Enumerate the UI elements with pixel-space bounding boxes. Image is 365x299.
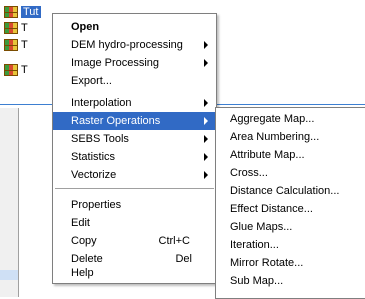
menu-item-help[interactable]: Help <box>53 264 216 282</box>
background-panel <box>0 108 19 297</box>
background-panel-highlight <box>0 270 18 280</box>
raster-operations-submenu: Aggregate Map... Area Numbering... Attri… <box>215 107 365 299</box>
tree-item-label: T <box>21 64 28 76</box>
menu-item-vectorize[interactable]: Vectorize <box>53 166 216 184</box>
menu-item-image-processing[interactable]: Image Processing <box>53 54 216 72</box>
menu-item-dem-hydro-processing[interactable]: DEM hydro-processing <box>53 36 216 54</box>
submenu-item-iteration[interactable]: Iteration... <box>216 236 365 254</box>
submenu-item-mirror-rotate[interactable]: Mirror Rotate... <box>216 254 365 272</box>
menu-separator <box>55 188 214 189</box>
map-list-icon <box>4 64 18 76</box>
menu-item-edit[interactable]: Edit <box>53 214 216 232</box>
submenu-arrow-icon <box>204 41 208 49</box>
map-list-icon <box>4 22 18 34</box>
submenu-item-effect-distance[interactable]: Effect Distance... <box>216 200 365 218</box>
submenu-arrow-icon <box>204 135 208 143</box>
menu-item-export[interactable]: Export... <box>53 72 216 90</box>
tree-item[interactable]: Tut <box>4 4 41 20</box>
submenu-item-aggregate-map[interactable]: Aggregate Map... <box>216 110 365 128</box>
context-menu: Open DEM hydro-processing Image Processi… <box>52 13 217 284</box>
tree-item-label: Tut <box>21 6 41 18</box>
submenu-item-cross[interactable]: Cross... <box>216 164 365 182</box>
shortcut-label: Ctrl+C <box>158 235 190 247</box>
catalog-tree: Tut T T T <box>0 0 60 100</box>
submenu-arrow-icon <box>204 153 208 161</box>
submenu-item-sub-map[interactable]: Sub Map... <box>216 272 365 290</box>
submenu-arrow-icon <box>204 117 208 125</box>
menu-item-statistics[interactable]: Statistics <box>53 148 216 166</box>
menu-item-properties[interactable]: Properties <box>53 196 216 214</box>
submenu-arrow-icon <box>204 171 208 179</box>
tree-item-label: T <box>21 22 28 34</box>
menu-item-raster-operations[interactable]: Raster Operations <box>53 112 216 130</box>
menu-item-interpolation[interactable]: Interpolation <box>53 94 216 112</box>
submenu-item-attribute-map[interactable]: Attribute Map... <box>216 146 365 164</box>
tree-item[interactable]: T <box>4 20 28 36</box>
map-list-icon <box>4 6 18 18</box>
submenu-arrow-icon <box>204 59 208 67</box>
tree-item-label: T <box>21 39 28 51</box>
tree-item[interactable]: T <box>4 37 28 53</box>
menu-item-open[interactable]: Open <box>53 18 216 36</box>
menu-item-copy[interactable]: Copy Ctrl+C <box>53 232 216 250</box>
submenu-item-area-numbering[interactable]: Area Numbering... <box>216 128 365 146</box>
submenu-arrow-icon <box>204 99 208 107</box>
submenu-item-distance-calculation[interactable]: Distance Calculation... <box>216 182 365 200</box>
tree-item[interactable]: T <box>4 62 28 78</box>
submenu-item-glue-maps[interactable]: Glue Maps... <box>216 218 365 236</box>
menu-item-sebs-tools[interactable]: SEBS Tools <box>53 130 216 148</box>
map-list-icon <box>4 39 18 51</box>
